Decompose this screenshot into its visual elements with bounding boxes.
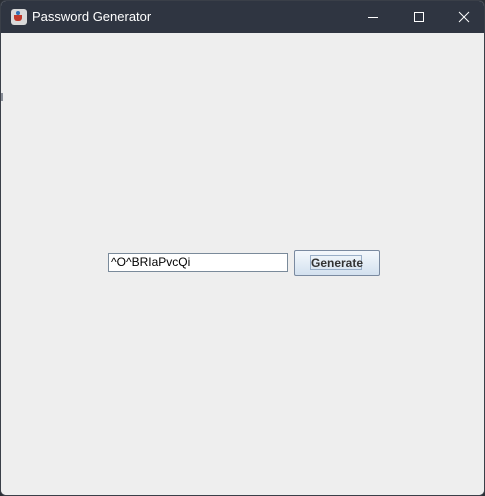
java-cup-mark — [14, 15, 22, 21]
content-pane: ^O^BRIaPvcQi Generate — [1, 33, 484, 495]
close-button[interactable] — [441, 1, 484, 33]
generate-button-label: Generate — [310, 256, 364, 270]
maximize-button[interactable] — [396, 1, 442, 33]
password-generator-window: Password Generator ^O^BRIaPvcQi Generate — [0, 0, 485, 496]
minimize-button[interactable] — [350, 1, 396, 33]
window-title: Password Generator — [32, 9, 152, 24]
close-icon — [458, 11, 470, 23]
resize-grip[interactable] — [1, 93, 3, 101]
password-field[interactable]: ^O^BRIaPvcQi — [108, 253, 288, 272]
java-cup-icon — [11, 9, 27, 25]
maximize-icon — [414, 12, 424, 22]
minimize-icon — [368, 17, 378, 18]
title-bar[interactable]: Password Generator — [1, 1, 484, 33]
generate-button[interactable]: Generate — [294, 250, 380, 276]
